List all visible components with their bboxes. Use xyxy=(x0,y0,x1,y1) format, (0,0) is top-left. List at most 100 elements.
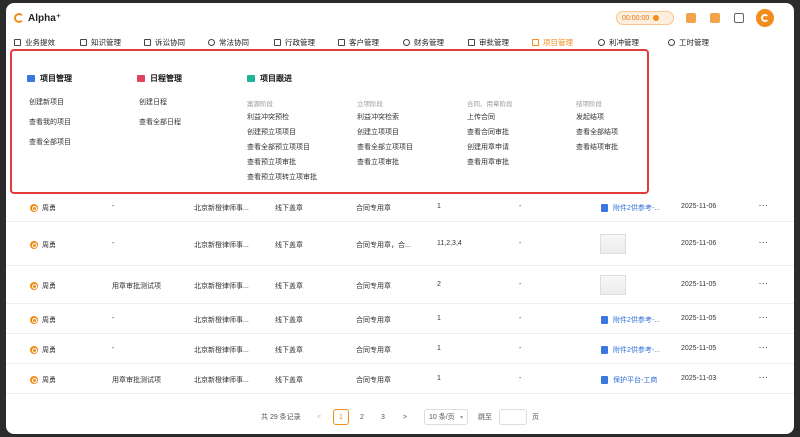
stamp-icon xyxy=(468,39,475,46)
nav-item-legal-counsel[interactable]: 常法协同 xyxy=(208,37,249,48)
seal-method: 线下盖章 xyxy=(275,205,303,212)
nav-item-clients[interactable]: 客户管理 xyxy=(338,37,379,48)
created-date: 2025-11-05 xyxy=(681,281,717,288)
nav-item-approval[interactable]: 审批管理 xyxy=(468,37,509,48)
menu-all-projects[interactable]: 查看全部项目 xyxy=(29,137,71,147)
attachment-link[interactable]: 附件2供参考-... xyxy=(601,345,660,355)
apps-grid-icon[interactable] xyxy=(734,13,744,23)
menu-start-closing[interactable]: 发起结项 xyxy=(576,112,604,122)
seal-reason: - xyxy=(112,315,115,322)
file-icon xyxy=(601,204,608,212)
menu-seal-approval[interactable]: 查看用章审批 xyxy=(467,157,509,167)
applicant: 周勇 xyxy=(30,345,56,355)
goto-suffix: 页 xyxy=(532,414,539,421)
seal-reason: - xyxy=(112,203,115,210)
timer-stop-icon[interactable] xyxy=(653,15,660,21)
seal-method: 线下盖章 xyxy=(275,317,303,324)
menu-all-closings[interactable]: 查看全部结项 xyxy=(576,127,618,137)
nav-item-finance[interactable]: 财务管理 xyxy=(403,37,444,48)
menu-contract-approval[interactable]: 查看合同审批 xyxy=(467,127,509,137)
more-actions-button[interactable]: ··· xyxy=(759,203,769,210)
page-size-select[interactable]: 10 条/页 ▾ xyxy=(424,409,468,425)
nav-item-projects[interactable]: 项目管理 xyxy=(532,37,573,48)
notification-icon[interactable] xyxy=(686,13,696,23)
nav-item-business[interactable]: 业务提效 xyxy=(14,37,55,48)
menu-upload-contract[interactable]: 上传合同 xyxy=(467,112,495,122)
applicant: 周勇 xyxy=(30,203,56,213)
firm-name: 北京新橙律师事... xyxy=(194,377,249,384)
menu-all-pre-projects[interactable]: 查看全部预立项项目 xyxy=(247,142,310,152)
book-icon xyxy=(80,39,87,46)
seal-count: 11,2,3,4 xyxy=(437,240,462,247)
seal-type: 合同专用章 xyxy=(356,317,391,324)
menu-conflict-precheck[interactable]: 利益冲突预检 xyxy=(247,112,289,122)
nav-item-admin[interactable]: 行政管理 xyxy=(274,37,315,48)
nav-item-timesheet[interactable]: 工时管理 xyxy=(668,37,709,48)
nav-item-litigation[interactable]: 诉讼协同 xyxy=(144,37,185,48)
seal-method: 线下盖章 xyxy=(275,283,303,290)
table-row: 周勇 - 北京新橙律师事... 线下盖章 合同专用章 1 - 附件2供参考-... 2025-1… xyxy=(6,304,794,334)
nav-label: 客户管理 xyxy=(349,38,379,47)
menu-create-pre-project[interactable]: 创建预立项项目 xyxy=(247,127,296,137)
seal-count: 2 xyxy=(437,281,441,288)
attachment-link[interactable]: 附件2供参考-... xyxy=(601,315,660,325)
menu-closing-approval[interactable]: 查看结项审批 xyxy=(576,142,618,152)
page-1-button[interactable]: 1 xyxy=(333,409,349,425)
menu-create-seal-request[interactable]: 创建用章申请 xyxy=(467,142,509,152)
firm-name: 北京新橙律师事... xyxy=(194,283,249,290)
menu-pre-project-approval[interactable]: 查看预立项审批 xyxy=(247,157,296,167)
briefcase-icon xyxy=(14,39,21,46)
seal-count: 1 xyxy=(437,375,441,382)
project-mega-menu: 项目管理 创建新项目 查看我的项目 查看全部项目 日程管理 创建日程 查看全部日… xyxy=(10,49,649,194)
page-2-button[interactable]: 2 xyxy=(354,409,370,425)
menu-my-projects[interactable]: 查看我的项目 xyxy=(29,117,71,127)
seal-type: 合同专用章 xyxy=(356,283,391,290)
seal-type: 合同专用章 xyxy=(356,377,391,384)
heading-label: 日程管理 xyxy=(150,74,182,83)
menu-pre-to-project-approval[interactable]: 查看预立项转立项审批 xyxy=(247,172,317,182)
attachment-name: 附件2供参考-... xyxy=(613,347,661,354)
more-actions-button[interactable]: ··· xyxy=(759,281,769,288)
attachment-link[interactable]: 保护平台-工商 xyxy=(601,375,657,385)
nav-label: 常法协同 xyxy=(219,38,249,47)
bookmark-icon xyxy=(274,39,281,46)
chevron-down-icon: ▾ xyxy=(459,414,463,421)
goto-label: 跳至 xyxy=(478,414,492,421)
remark: - xyxy=(519,375,522,382)
calendar-icon xyxy=(137,75,145,82)
page-3-button[interactable]: 3 xyxy=(375,409,391,425)
work-timer[interactable]: 00:00:00 xyxy=(616,11,674,25)
attachment-link[interactable]: 附件2供参考-... xyxy=(601,203,660,213)
next-page-button[interactable]: > xyxy=(397,409,413,425)
seal-reason: - xyxy=(112,345,115,352)
nav-label: 工时管理 xyxy=(679,38,709,47)
app-logo[interactable]: Alpha⁺ xyxy=(14,13,61,24)
user-icon xyxy=(30,204,38,212)
menu-filed-approval[interactable]: 查看立项审批 xyxy=(357,157,399,167)
nav-item-conflict[interactable]: 利冲管理 xyxy=(598,37,639,48)
nav-item-knowledge[interactable]: 知识管理 xyxy=(80,37,121,48)
project-management-heading: 项目管理 xyxy=(27,73,72,84)
more-actions-button[interactable]: ··· xyxy=(759,375,769,382)
created-date: 2025-11-06 xyxy=(681,240,717,247)
prev-page-button[interactable]: < xyxy=(311,409,327,425)
menu-create-schedule[interactable]: 创建日程 xyxy=(139,97,167,107)
seal-type: 合同专用章，合... xyxy=(356,242,411,249)
goto-page-input[interactable] xyxy=(499,409,527,425)
attachment-thumbnail[interactable] xyxy=(600,234,626,254)
menu-all-schedules[interactable]: 查看全部日程 xyxy=(139,117,181,127)
more-actions-button[interactable]: ··· xyxy=(759,315,769,322)
menu-create-filed-project[interactable]: 创建立项项目 xyxy=(357,127,399,137)
attachment-thumbnail[interactable] xyxy=(600,275,626,295)
avatar-logo-icon xyxy=(761,14,769,22)
menu-all-filed-projects[interactable]: 查看全部立项项目 xyxy=(357,142,413,152)
more-actions-button[interactable]: ··· xyxy=(759,345,769,352)
user-icon xyxy=(30,346,38,354)
user-avatar[interactable] xyxy=(756,9,774,27)
menu-create-project[interactable]: 创建新项目 xyxy=(29,97,64,107)
seal-method: 线下盖章 xyxy=(275,242,303,249)
calendar-icon[interactable] xyxy=(710,13,720,23)
more-actions-button[interactable]: ··· xyxy=(759,240,769,247)
menu-conflict-search[interactable]: 利益冲突检索 xyxy=(357,112,399,122)
app-window: Alpha⁺ 00:00:00 业务提效 知识管理 诉讼协同 常法协同 行政管理… xyxy=(6,3,794,434)
